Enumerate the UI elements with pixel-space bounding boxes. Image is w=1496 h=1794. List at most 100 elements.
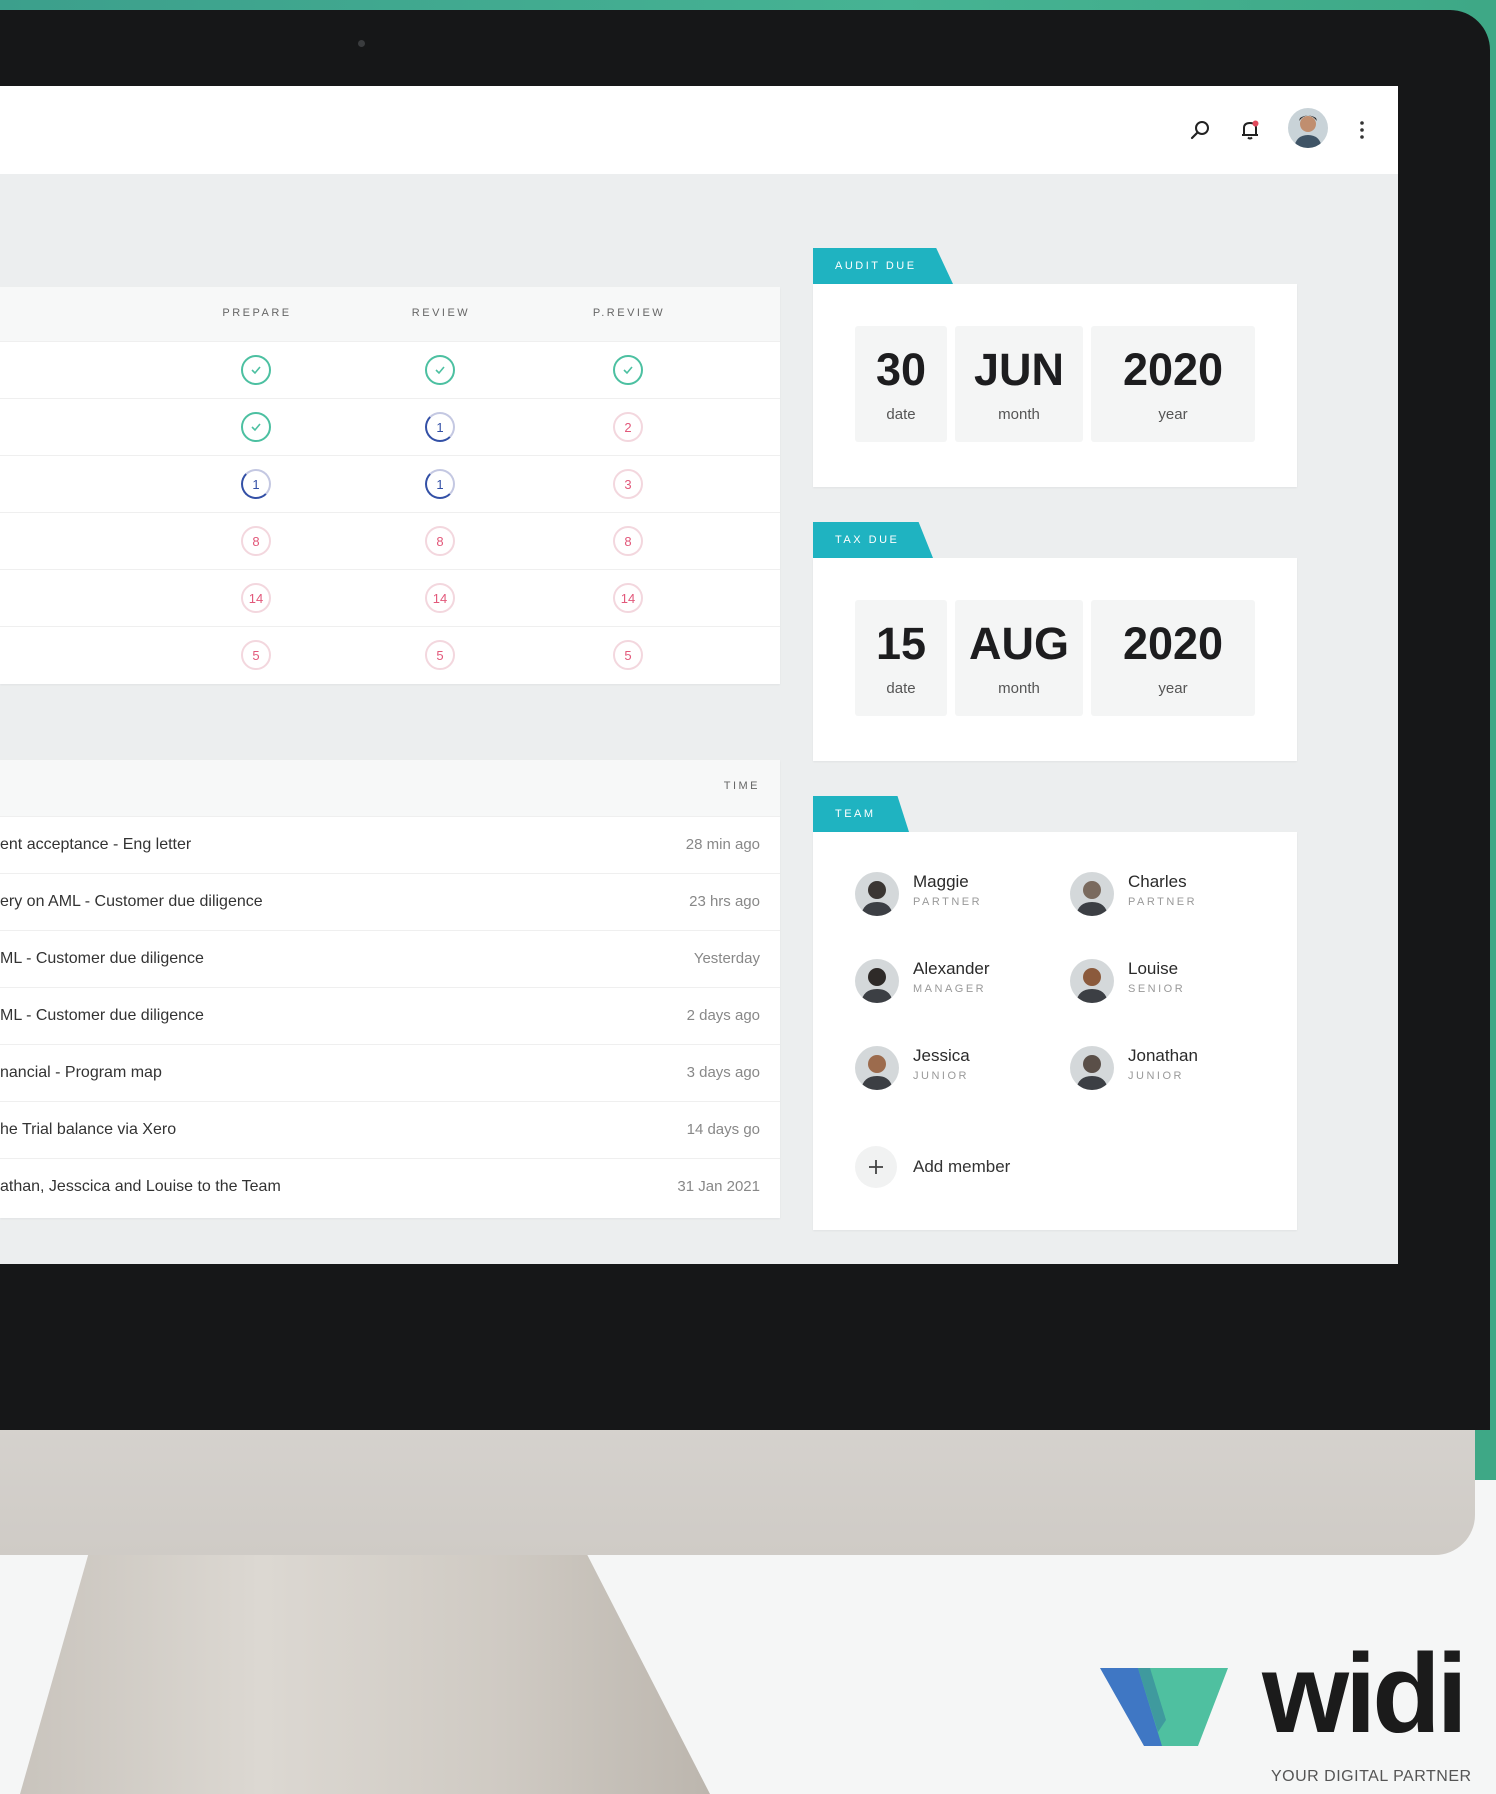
member-name: Louise [1128, 959, 1179, 978]
status-p-review-count-badge[interactable]: 8 [613, 526, 643, 556]
audit-year: 2020 [1122, 344, 1224, 395]
audit-year-label: year [1158, 406, 1188, 423]
add-member-label: Add member [913, 1157, 1011, 1176]
member-name: Charles [1128, 872, 1187, 891]
activity-text: ML - Customer due diligence [0, 1007, 204, 1024]
activity-list: TIME ent acceptance - Eng letter 28 min a… [0, 760, 780, 1218]
search-icon[interactable] [1184, 114, 1216, 146]
member-role: JUNIOR [1128, 1070, 1184, 1082]
member-role: JUNIOR [913, 1070, 969, 1082]
audit-due-tag: AUDIT DUE [813, 248, 953, 284]
tax-date-box: 15 date [855, 600, 947, 716]
status-prepare-progress-badge[interactable]: 1 [241, 469, 271, 499]
status-prepare-count-badge[interactable]: 5 [241, 640, 271, 670]
audit-date: 30 [875, 344, 927, 395]
status-review-progress-badge[interactable]: 1 [425, 469, 455, 499]
column-p-review: P.REVIEW [592, 307, 666, 319]
tax-date: 15 [875, 618, 927, 669]
activity-text: he Trial balance via Xero [0, 1121, 177, 1138]
status-row: 8 8 8 [0, 512, 780, 569]
audit-due-card: 30 date JUN month 2020 year [813, 284, 1297, 487]
top-bar [0, 86, 1398, 174]
add-member-button[interactable]: Add member [855, 1142, 1115, 1192]
status-row [0, 341, 780, 398]
member-name: Alexander [913, 959, 990, 978]
status-p-review-count-badge[interactable]: 14 [613, 583, 643, 613]
activity-text: ML - Customer due diligence [0, 950, 204, 967]
status-review-progress-badge[interactable]: 1 [425, 412, 455, 442]
brand-tagline: YOUR DIGITAL PARTNER [1271, 1768, 1472, 1785]
activity-row[interactable]: ent acceptance - Eng letter 28 min ago [0, 816, 780, 874]
team-member[interactable]: Louise SENIOR [1070, 949, 1270, 1009]
status-row: 14 14 14 [0, 569, 780, 626]
activity-time: 23 hrs ago [689, 893, 760, 910]
time-column-header: TIME [723, 780, 760, 792]
team-member[interactable]: Maggie PARTNER [855, 862, 1055, 922]
audit-month: JUN [973, 344, 1065, 395]
status-table: PREPARE REVIEW P.REVIEW 1 2 1 1 3 8 8 8 14 14 14 5 5… [0, 287, 780, 684]
activity-row[interactable]: ery on AML - Customer due diligence 23 hr… [0, 873, 780, 931]
member-avatar [1070, 959, 1114, 1003]
activity-text: nancial - Program map [0, 1064, 162, 1081]
activity-time: Yesterday [693, 950, 760, 967]
activity-row[interactable]: athan, Jesscica and Louise to the Team 31… [0, 1158, 780, 1216]
check-icon[interactable] [613, 355, 643, 385]
team-card: Maggie PARTNER Charles PARTNER Alexander MANA… [813, 832, 1297, 1230]
team-member[interactable]: Jessica JUNIOR [855, 1036, 1055, 1096]
check-icon[interactable] [241, 355, 271, 385]
member-role: PARTNER [1128, 896, 1198, 908]
team-member[interactable]: Jonathan JUNIOR [1070, 1036, 1270, 1096]
check-icon[interactable] [425, 355, 455, 385]
status-review-count-badge[interactable]: 8 [425, 526, 455, 556]
status-p-review-count-badge[interactable]: 3 [613, 469, 643, 499]
activity-row[interactable]: ML - Customer due diligence 2 days ago [0, 987, 780, 1045]
status-prepare-count-badge[interactable]: 8 [241, 526, 271, 556]
status-table-header: PREPARE REVIEW P.REVIEW [0, 287, 780, 341]
column-prepare: PREPARE [222, 307, 292, 319]
member-role: MANAGER [913, 983, 987, 995]
member-avatar [855, 959, 899, 1003]
tax-date-label: date [886, 680, 916, 697]
tax-month-label: month [998, 680, 1040, 697]
plus-icon [855, 1146, 897, 1188]
camera-dot [358, 40, 365, 47]
tax-month: AUG [969, 618, 1069, 669]
activity-header: TIME [0, 760, 780, 816]
member-avatar [855, 1046, 899, 1090]
check-icon[interactable] [241, 412, 271, 442]
status-prepare-count-badge[interactable]: 14 [241, 583, 271, 613]
activity-time: 3 days ago [686, 1064, 760, 1081]
activity-time: 2 days ago [686, 1007, 760, 1024]
tax-year: 2020 [1122, 618, 1224, 669]
status-review-count-badge[interactable]: 14 [425, 583, 455, 613]
audit-date-box: 30 date [855, 326, 947, 442]
audit-month-label: month [998, 406, 1040, 423]
team-member[interactable]: Charles PARTNER [1070, 862, 1270, 922]
tax-year-label: year [1158, 680, 1188, 697]
column-review: REVIEW [411, 307, 471, 319]
team-member[interactable]: Alexander MANAGER [855, 949, 1055, 1009]
activity-text: ent acceptance - Eng letter [0, 836, 192, 853]
widi-logo-mark [1100, 1660, 1230, 1750]
audit-year-box: 2020 year [1091, 326, 1255, 442]
activity-text: ery on AML - Customer due diligence [0, 893, 263, 910]
more-vertical-icon[interactable] [1346, 114, 1378, 146]
screen: PREPARE REVIEW P.REVIEW 1 2 1 1 3 8 8 8 14 14 14 5 5… [0, 86, 1398, 1264]
member-avatar [1070, 1046, 1114, 1090]
member-name: Maggie [913, 872, 969, 891]
user-avatar[interactable] [1288, 108, 1328, 148]
activity-row[interactable]: nancial - Program map 3 days ago [0, 1044, 780, 1102]
bell-icon[interactable] [1234, 114, 1266, 146]
status-p-review-count-badge[interactable]: 2 [613, 412, 643, 442]
tax-year-box: 2020 year [1091, 600, 1255, 716]
activity-row[interactable]: ML - Customer due diligence Yesterday [0, 930, 780, 988]
activity-text: athan, Jesscica and Louise to the Team [0, 1178, 281, 1195]
activity-time: 28 min ago [685, 836, 760, 853]
status-row: 5 5 5 [0, 626, 780, 683]
activity-row[interactable]: he Trial balance via Xero 14 days go [0, 1101, 780, 1159]
status-review-count-badge[interactable]: 5 [425, 640, 455, 670]
tax-due-card: 15 date AUG month 2020 year [813, 558, 1297, 761]
status-p-review-count-badge[interactable]: 5 [613, 640, 643, 670]
audit-month-box: JUN month [955, 326, 1083, 442]
member-name: Jonathan [1128, 1046, 1198, 1065]
